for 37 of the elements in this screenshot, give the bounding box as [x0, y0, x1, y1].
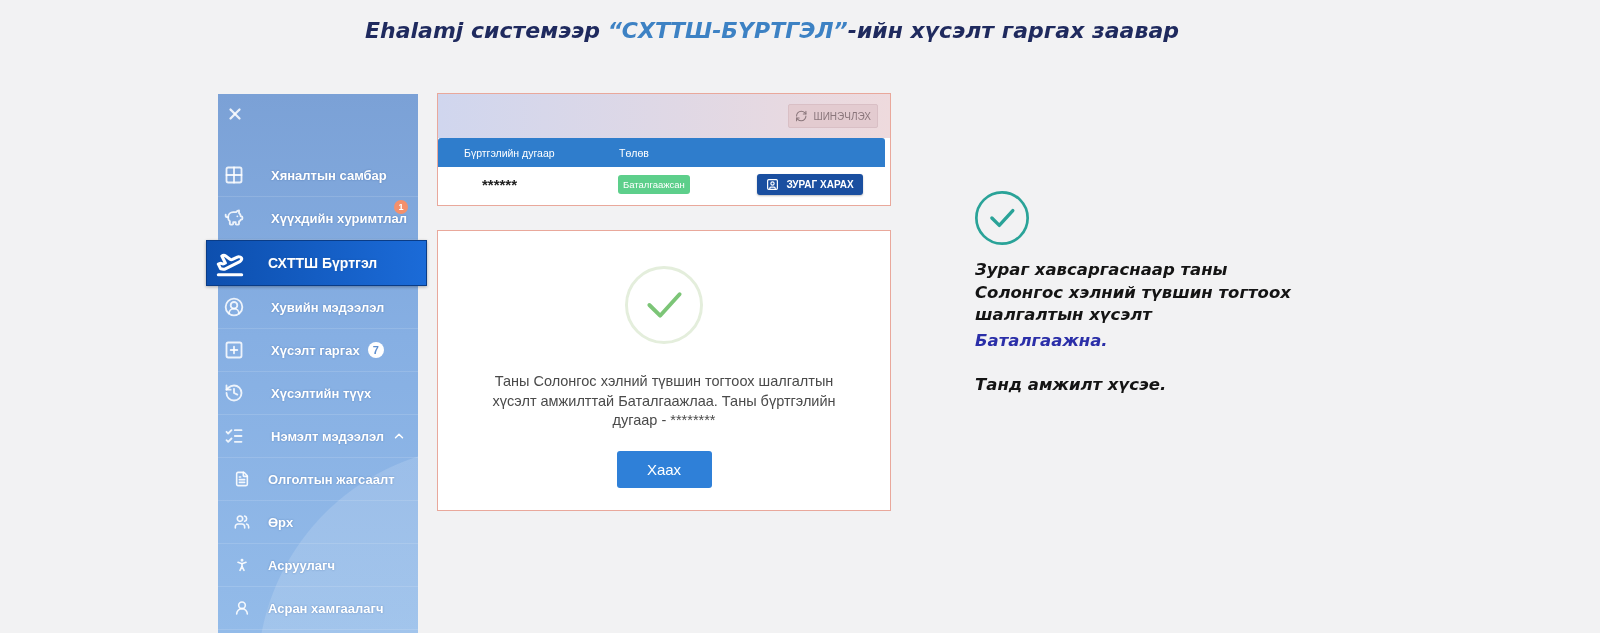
- plus-icon: [224, 340, 244, 360]
- piggy-bank-icon: [224, 208, 244, 228]
- column-header: Бүртгэлийн дугаар: [463, 146, 556, 159]
- sidebar-item[interactable]: Нэмэлт мэдээлэл: [218, 415, 418, 458]
- status-badge: Баталгаажсан: [618, 174, 690, 194]
- grid-icon: [224, 165, 244, 185]
- close-button[interactable]: Хаах: [616, 450, 712, 488]
- refresh-icon: [795, 109, 808, 123]
- closing-message: Танд амжилт хүсэе.: [975, 374, 1167, 396]
- table-cell: ******: [482, 175, 518, 193]
- sidebar-item[interactable]: Асруулагч: [218, 544, 418, 587]
- sidebar-item[interactable]: Өрх: [218, 501, 418, 544]
- sidebar-item[interactable]: СХТТШ Бүртгэл: [206, 240, 427, 286]
- sidebar-item[interactable]: Олголтын жагсаалт: [218, 458, 418, 501]
- confirmation-message: Зураг хавсаргаснаар таны Солонгос хэлний түвшин тогтоох шалгалтын хүсэлт Баталгаажна.: [975, 259, 1292, 352]
- users-icon: [234, 514, 250, 530]
- dialog-message: Таны Солонгос хэлний түвшин тогтоох шалгалтын хүсэлт амжилттай Баталгаажлаа. Таны бүртгэлийн дугаар - ********: [491, 372, 837, 430]
- check-circle-icon: [975, 191, 1029, 245]
- view-photo-button[interactable]: ЗУРАГ ХАРАХ: [757, 173, 863, 195]
- sidebar-item[interactable]: Хүсэлт гаргах 7: [218, 329, 418, 372]
- column-header: Төлөв: [618, 146, 650, 159]
- user-icon: [234, 600, 250, 616]
- user-icon: [766, 177, 780, 191]
- notification-badge: 1: [394, 200, 408, 214]
- sidebar-item[interactable]: Хяналтын самбар: [218, 154, 418, 197]
- sidebar-item[interactable]: Асран хамгаалагч: [218, 587, 418, 630]
- count-badge: 7: [367, 342, 384, 358]
- person-icon: [234, 557, 250, 573]
- sidebar-item[interactable]: Хүсэлтийн түүх: [218, 372, 418, 415]
- page-title: Ehalamj системээр “СХТТШ-БҮРТГЭЛ”-ийн хүсэлт гаргах заавар: [364, 17, 1180, 44]
- document-icon: [234, 471, 250, 487]
- user-icon: [224, 297, 244, 317]
- history-icon: [224, 383, 244, 403]
- sidebar-item[interactable]: Хувийн мэдээлэл: [218, 286, 418, 329]
- list-icon: [224, 426, 244, 446]
- close-icon[interactable]: [226, 105, 244, 123]
- check-circle-icon: [625, 266, 703, 344]
